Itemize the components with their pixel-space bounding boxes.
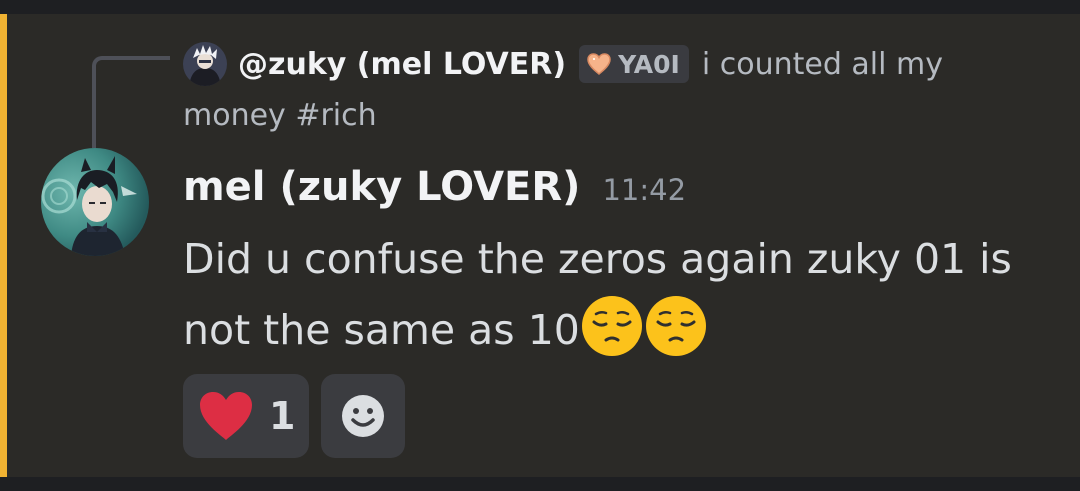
guild-tag-label: YA0I <box>618 49 680 79</box>
chat-frame: @zuky (mel LOVER) YA0I i counted all my … <box>0 0 1080 491</box>
message-header: mel (zuky LOVER) 11:42 <box>183 164 686 212</box>
pensive-face-emoji-icon[interactable] <box>644 294 708 358</box>
red-heart-icon <box>200 392 252 440</box>
add-reaction-button[interactable] <box>321 374 406 458</box>
author-avatar[interactable] <box>41 148 149 256</box>
reply-text-line2[interactable]: money #rich <box>183 98 377 133</box>
reply-spine <box>92 56 170 148</box>
reaction-heart-button[interactable]: 1 <box>183 374 310 458</box>
message-text-part1: Did u confuse the zeros again zuky 01 is <box>183 235 1012 283</box>
author-name[interactable]: mel (zuky LOVER) <box>183 164 580 210</box>
message-text-part2: not the same as 10 <box>183 306 580 354</box>
reaction-bar: 1 <box>183 374 406 458</box>
smiley-add-reaction-icon <box>342 395 385 437</box>
reply-text-line1[interactable]: i counted all my <box>702 47 943 82</box>
message-timestamp[interactable]: 11:42 <box>602 173 686 207</box>
reply-author-name[interactable]: @zuky (mel LOVER) <box>238 47 566 82</box>
message-content[interactable]: Did u confuse the zeros again zuky 01 is… <box>183 224 1063 365</box>
reaction-count: 1 <box>269 394 296 438</box>
chat-message[interactable]: @zuky (mel LOVER) YA0I i counted all my … <box>0 14 1080 477</box>
guild-tag[interactable]: YA0I <box>579 45 689 83</box>
reply-header: @zuky (mel LOVER) YA0I i counted all my <box>238 44 943 84</box>
reply-avatar[interactable] <box>183 42 227 86</box>
pensive-face-emoji-icon[interactable] <box>580 294 644 358</box>
peach-heart-icon <box>587 53 611 76</box>
